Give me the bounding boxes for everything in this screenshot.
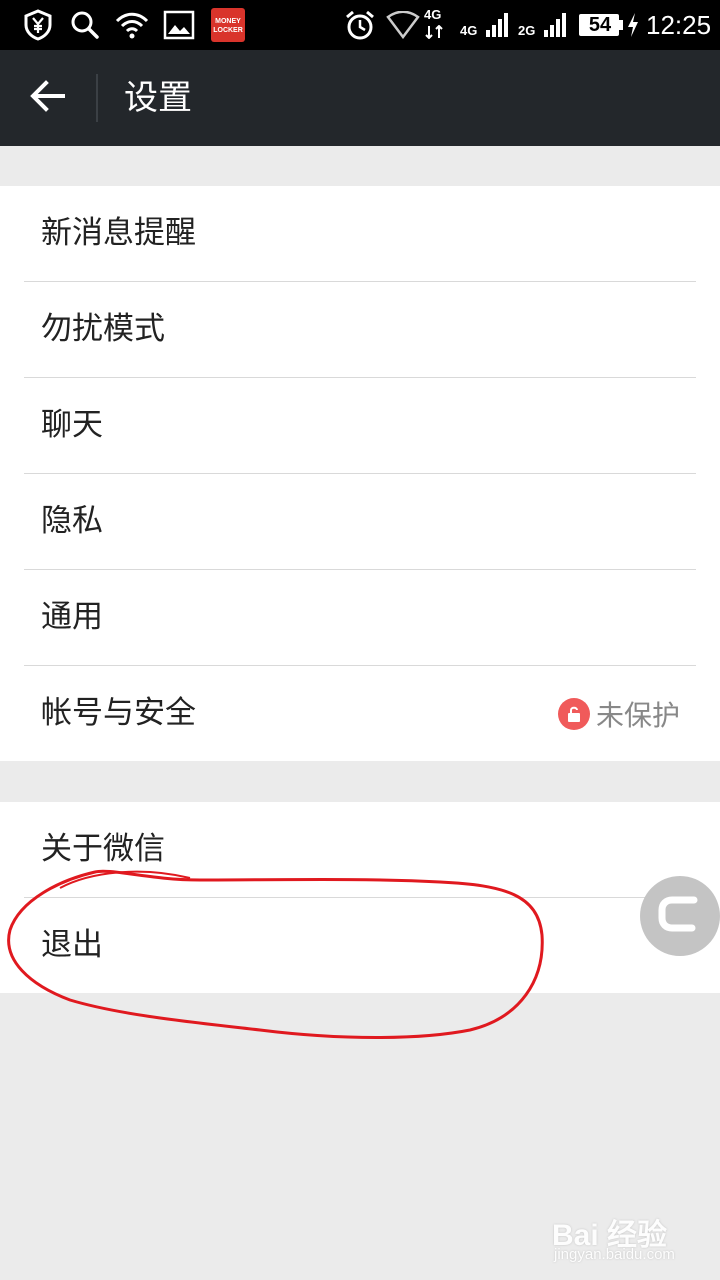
- net-2g-label: 2G: [518, 23, 536, 38]
- settings-item-label: 退出: [41, 927, 103, 963]
- charging-icon: [626, 8, 640, 42]
- baidu-jingyan-watermark: Bai 经验 jingyan.baidu.com: [552, 1210, 702, 1276]
- security-status: 未保护: [557, 666, 680, 761]
- settings-item-privacy[interactable]: 隐私: [24, 474, 696, 570]
- settings-item-logout[interactable]: 退出: [24, 898, 696, 993]
- settings-item-do-not-disturb[interactable]: 勿扰模式: [24, 282, 696, 378]
- settings-item-account-security[interactable]: 帐号与安全 未保护: [24, 666, 696, 761]
- gallery-icon: [162, 8, 196, 42]
- signal-icon: [542, 8, 570, 42]
- signal-icon: [484, 8, 512, 42]
- settings-group-main: 新消息提醒 勿扰模式 聊天 隐私 通用 帐号与安全 未保护: [0, 186, 720, 761]
- unlock-icon: [557, 697, 590, 730]
- status-bar: MONEY LOCKER 4G 4G 2G 54 12:25: [0, 0, 720, 50]
- shield-yuan-icon: [20, 8, 56, 42]
- data-arrows-icon: [424, 24, 448, 40]
- app-header: 设置: [0, 50, 720, 146]
- settings-item-new-message-alert[interactable]: 新消息提醒: [24, 186, 696, 282]
- settings-item-label: 帐号与安全: [41, 695, 196, 731]
- search-icon: [68, 8, 102, 42]
- net-4g-label: 4G: [460, 23, 478, 38]
- back-button[interactable]: [18, 68, 78, 128]
- svg-text:MONEY: MONEY: [215, 18, 241, 25]
- page-title: 设置: [124, 78, 192, 118]
- settings-item-general[interactable]: 通用: [24, 570, 696, 666]
- settings-item-about-wechat[interactable]: 关于微信: [24, 802, 696, 898]
- battery-level: 54: [588, 14, 612, 36]
- svg-text:LOCKER: LOCKER: [213, 27, 243, 34]
- floating-assistant-button[interactable]: [640, 876, 720, 956]
- alarm-icon: [342, 8, 378, 42]
- settings-item-label: 关于微信: [41, 831, 165, 867]
- settings-item-label: 隐私: [41, 503, 103, 539]
- security-status-text: 未保护: [595, 698, 680, 732]
- wifi-icon: [114, 8, 150, 42]
- c-logo-icon: [656, 894, 704, 938]
- watermark-sub: jingyan.baidu.com: [554, 1246, 675, 1263]
- header-divider: [96, 74, 98, 122]
- settings-item-label: 聊天: [41, 407, 103, 443]
- arrow-left-icon: [30, 80, 66, 116]
- settings-item-label: 新消息提醒: [41, 215, 196, 251]
- settings-item-label: 勿扰模式: [41, 311, 165, 347]
- status-time: 12:25: [646, 10, 712, 40]
- settings-group-about: 关于微信 退出: [0, 802, 720, 993]
- settings-item-label: 通用: [41, 599, 103, 635]
- settings-item-chat[interactable]: 聊天: [24, 378, 696, 474]
- wifi-outline-icon: [386, 8, 420, 42]
- money-locker-icon: MONEY LOCKER: [210, 8, 246, 42]
